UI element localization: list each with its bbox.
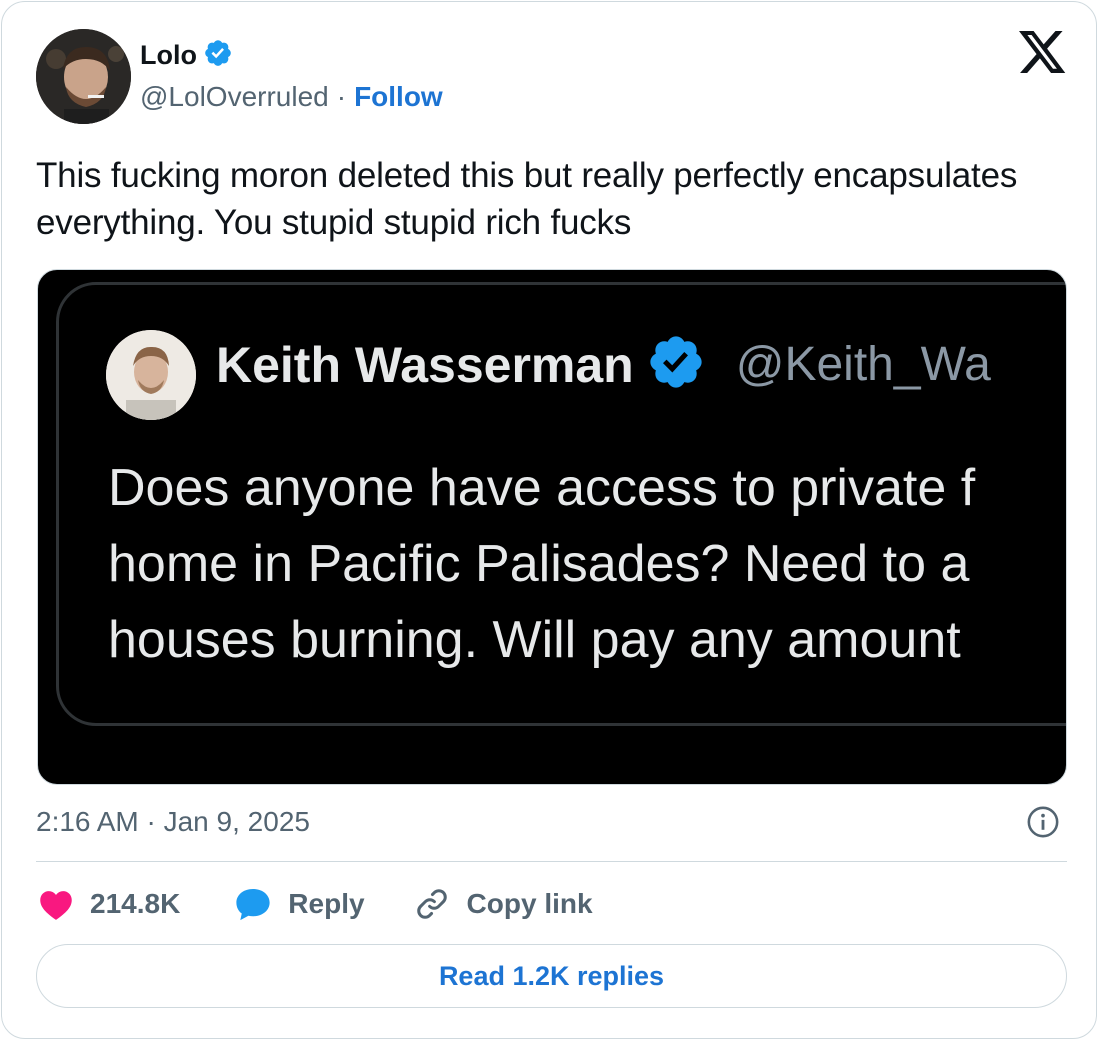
like-button[interactable]: 214.8K	[38, 887, 180, 921]
divider	[36, 861, 1067, 862]
author-name-row: Lolo	[140, 38, 233, 73]
tweet-text: This fucking moron deleted this but real…	[36, 156, 1018, 242]
verified-badge-icon	[203, 38, 233, 73]
author-avatar[interactable]	[36, 29, 131, 124]
copy-link-button[interactable]: Copy link	[413, 885, 593, 923]
read-replies-button[interactable]: Read 1.2K replies	[36, 944, 1067, 1008]
heart-icon	[38, 887, 74, 921]
tweet-embed-card: Lolo @LolOverruled · Follow This fucking…	[1, 1, 1097, 1039]
action-bar: 214.8K Reply Copy link	[38, 882, 593, 926]
reply-bubble-icon	[234, 886, 272, 922]
author-name[interactable]: Lolo	[140, 40, 197, 71]
quoted-line: home in Pacific Palisades? Need to a	[108, 535, 970, 593]
quoted-name-row: Keith Wasserman @Keith_Wa	[216, 332, 991, 397]
copy-link-label: Copy link	[466, 888, 593, 919]
quoted-line: Does anyone have access to private f	[108, 459, 976, 517]
separator-dot: ·	[336, 81, 347, 112]
reply-button[interactable]: Reply	[234, 886, 365, 922]
quoted-avatar	[106, 330, 196, 420]
author-handle-row: @LolOverruled · Follow	[140, 81, 443, 113]
author-handle[interactable]: @LolOverruled	[140, 81, 329, 113]
like-count: 214.8K	[90, 888, 181, 919]
quoted-handle: @Keith_Wa	[735, 338, 991, 391]
x-logo-icon[interactable]	[1019, 31, 1067, 75]
info-icon[interactable]	[1026, 805, 1060, 839]
reply-label: Reply	[288, 888, 365, 919]
tweet-timestamp[interactable]: 2:16 AM · Jan 9, 2025	[36, 806, 310, 838]
link-icon	[413, 885, 451, 923]
quoted-text: Does anyone have access to private f hom…	[108, 450, 1066, 678]
quoted-line: houses burning. Will pay any amount	[108, 611, 961, 669]
tweet-media-image[interactable]: Keith Wasserman @Keith_Wa Does anyone ha…	[37, 269, 1067, 785]
quoted-verified-badge-icon	[646, 332, 706, 397]
follow-button[interactable]: Follow	[354, 81, 443, 113]
quoted-name: Keith Wasserman	[216, 336, 634, 393]
